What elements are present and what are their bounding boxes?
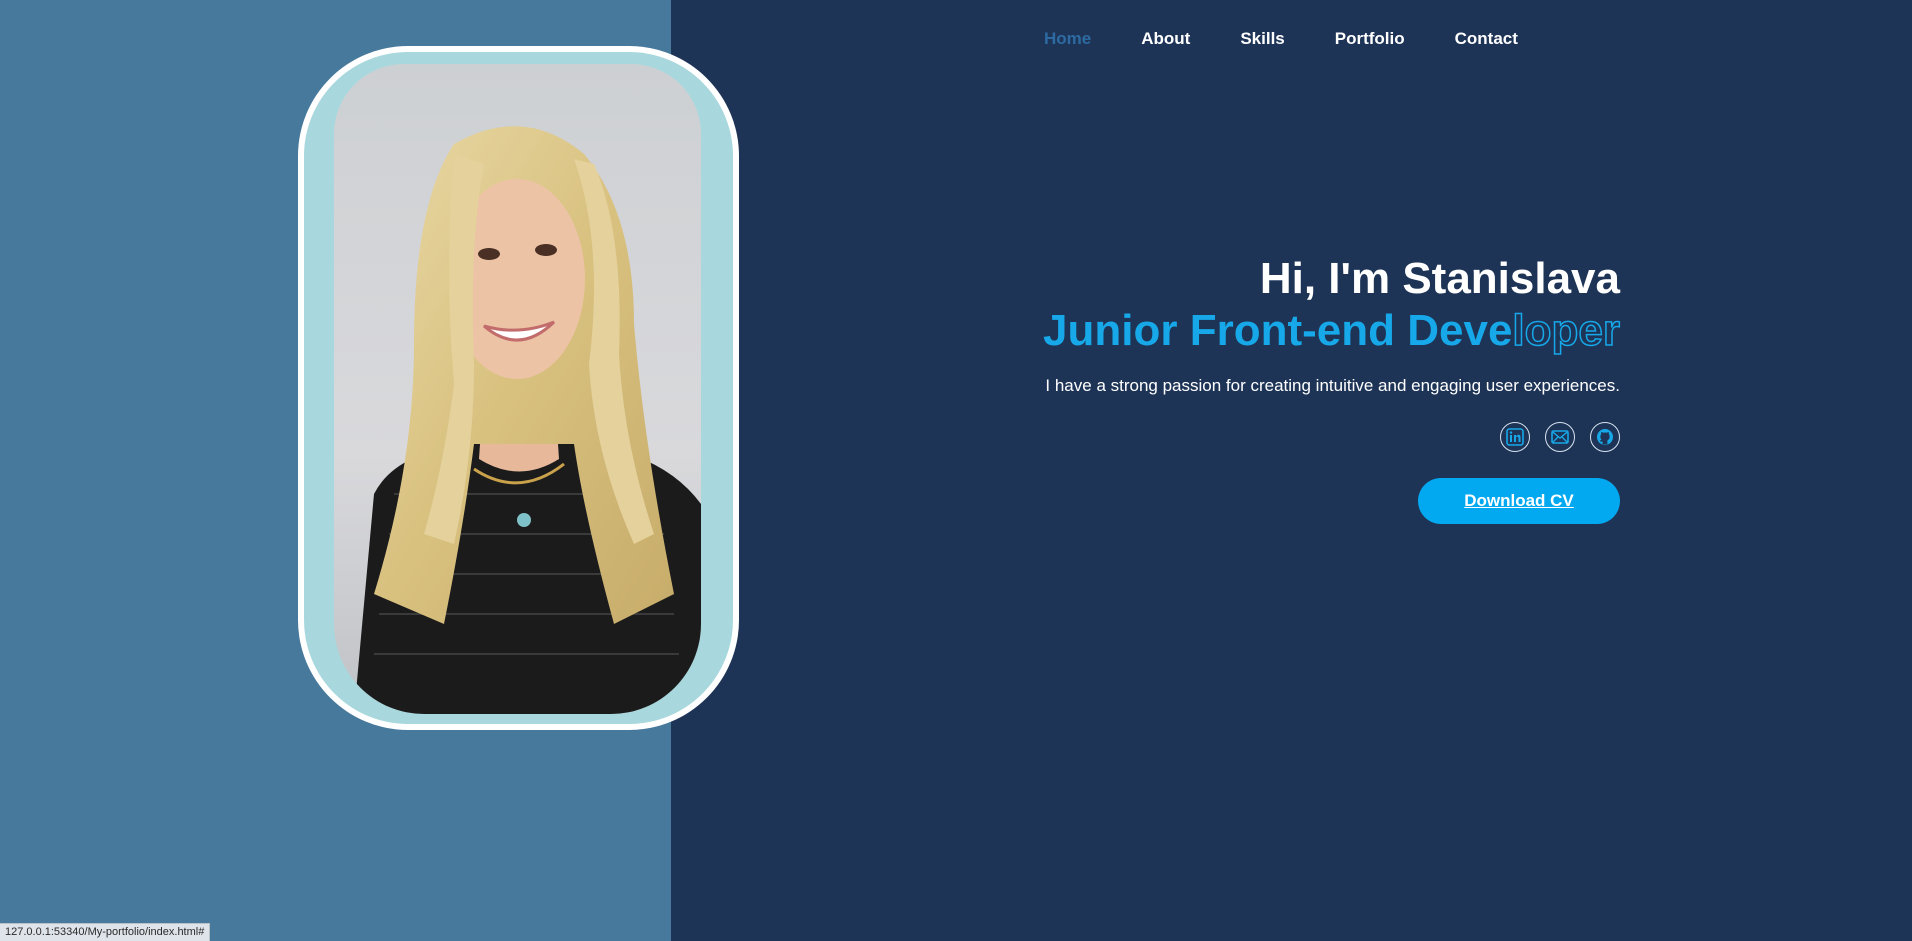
role-heading: Junior Front-end Developer: [1043, 306, 1621, 355]
github-icon: [1597, 429, 1613, 445]
mail-icon: [1551, 430, 1569, 444]
profile-photo: [334, 64, 701, 714]
greeting-heading: Hi, I'm Stanislava: [1259, 254, 1620, 303]
social-links: [1043, 422, 1620, 452]
nav-contact[interactable]: Contact: [1455, 29, 1518, 49]
nav-portfolio[interactable]: Portfolio: [1335, 29, 1405, 49]
linkedin-link[interactable]: [1500, 422, 1530, 452]
linkedin-icon: [1506, 428, 1524, 446]
download-cv-button[interactable]: Download CV: [1418, 478, 1620, 524]
nav-home[interactable]: Home: [1044, 29, 1091, 49]
browser-status-url: 127.0.0.1:53340/My-portfolio/index.html#: [0, 923, 211, 941]
nav-skills[interactable]: Skills: [1240, 29, 1284, 49]
portrait-frame: [298, 46, 739, 730]
email-link[interactable]: [1545, 422, 1575, 452]
github-link[interactable]: [1590, 422, 1620, 452]
role-typed-text: Junior Front-end Deve: [1043, 306, 1513, 355]
hero-section: Hi, I'm Stanislava Junior Front-end Deve…: [1043, 250, 1621, 524]
role-outline-text: loper: [1512, 306, 1621, 355]
profile-photo-illustration: [354, 126, 701, 714]
nav-about[interactable]: About: [1141, 29, 1190, 49]
main-nav: Home About Skills Portfolio Contact: [1044, 0, 1568, 78]
portrait-inner-border: [304, 52, 733, 724]
tagline: I have a strong passion for creating int…: [1045, 376, 1620, 395]
